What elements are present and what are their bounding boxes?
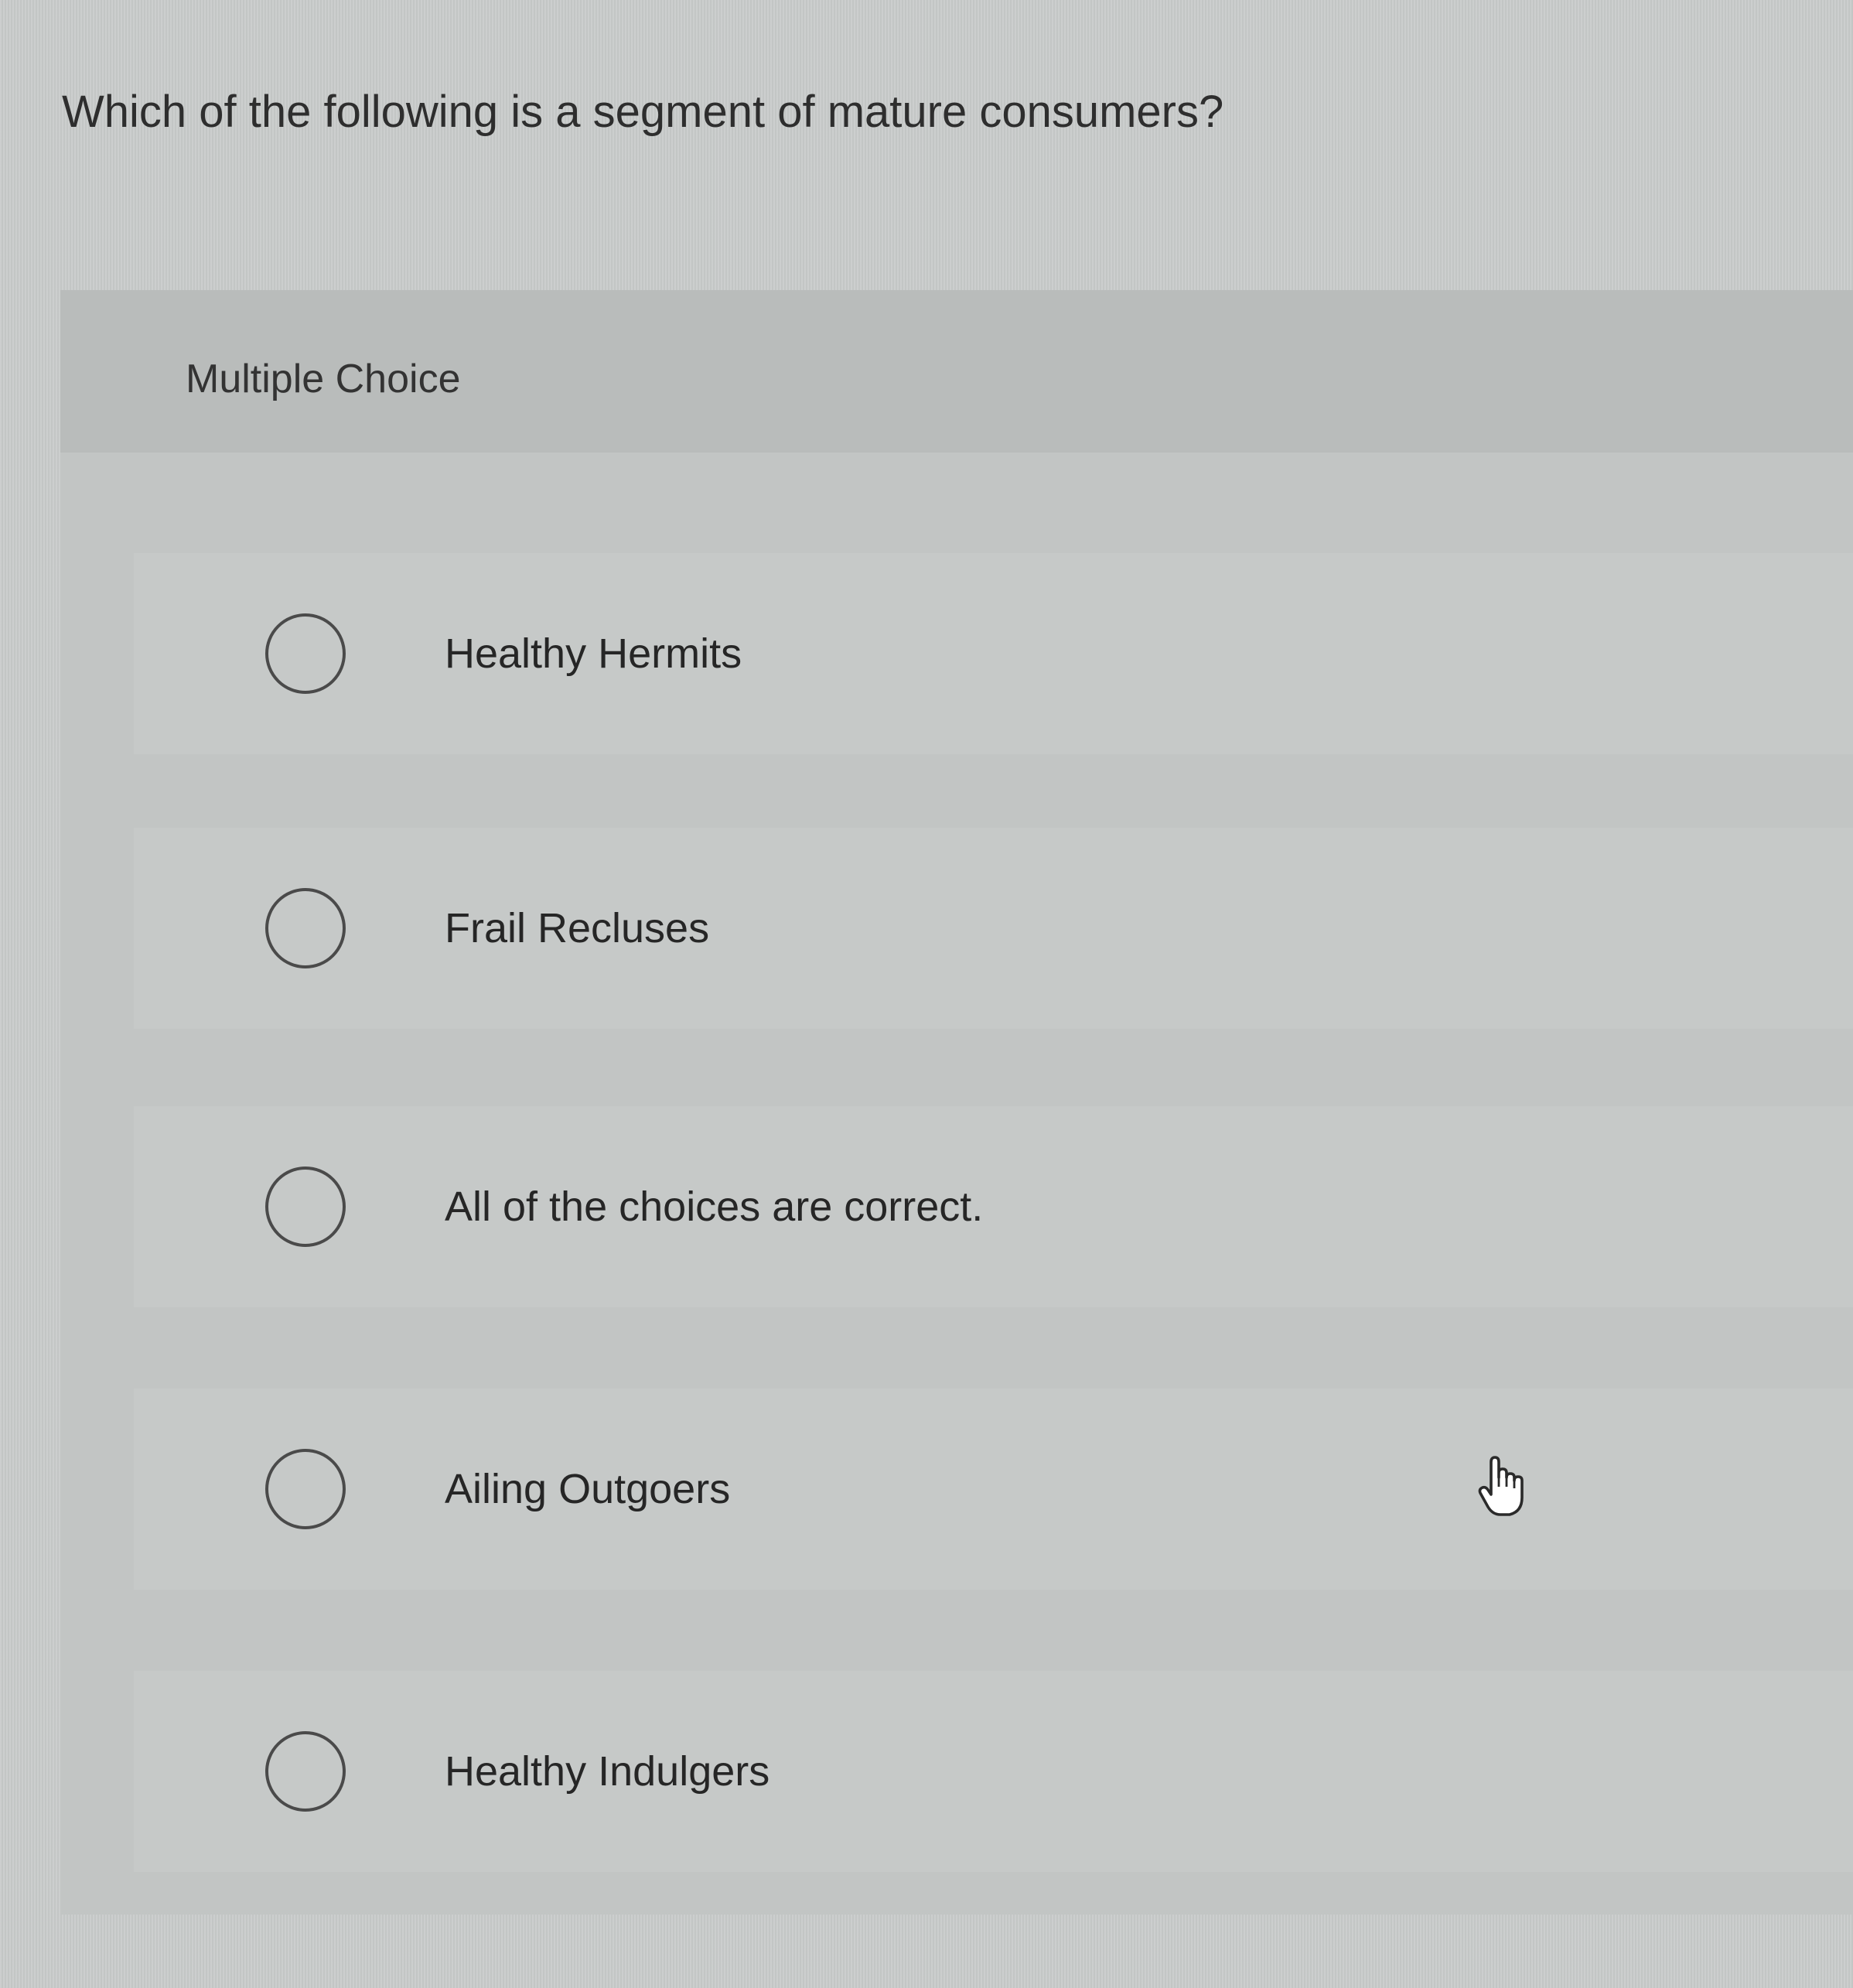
question-text: Which of the following is a segment of m… — [62, 87, 1224, 137]
option-label[interactable]: All of the choices are correct. — [445, 1177, 983, 1236]
option-label[interactable]: Frail Recluses — [445, 899, 709, 958]
pointer-hand-icon — [1478, 1456, 1524, 1516]
multiple-choice-panel: Multiple Choice Healthy Hermits Frail Re… — [60, 290, 1853, 1915]
radio-button[interactable] — [265, 613, 346, 694]
option-healthy-indulgers[interactable]: Healthy Indulgers — [134, 1671, 1853, 1872]
option-frail-recluses[interactable]: Frail Recluses — [134, 828, 1853, 1029]
option-label[interactable]: Healthy Indulgers — [445, 1742, 770, 1801]
radio-button[interactable] — [265, 1731, 346, 1812]
option-healthy-hermits[interactable]: Healthy Hermits — [134, 553, 1853, 754]
radio-button[interactable] — [265, 1166, 346, 1247]
radio-button[interactable] — [265, 888, 346, 968]
option-label[interactable]: Ailing Outgoers — [445, 1460, 730, 1518]
option-all-correct[interactable]: All of the choices are correct. — [134, 1106, 1853, 1307]
question-type-label: Multiple Choice — [186, 357, 461, 401]
option-ailing-outgoers[interactable]: Ailing Outgoers — [134, 1389, 1853, 1590]
option-label[interactable]: Healthy Hermits — [445, 624, 742, 683]
panel-header: Multiple Choice — [60, 290, 1853, 453]
radio-button[interactable] — [265, 1449, 346, 1529]
